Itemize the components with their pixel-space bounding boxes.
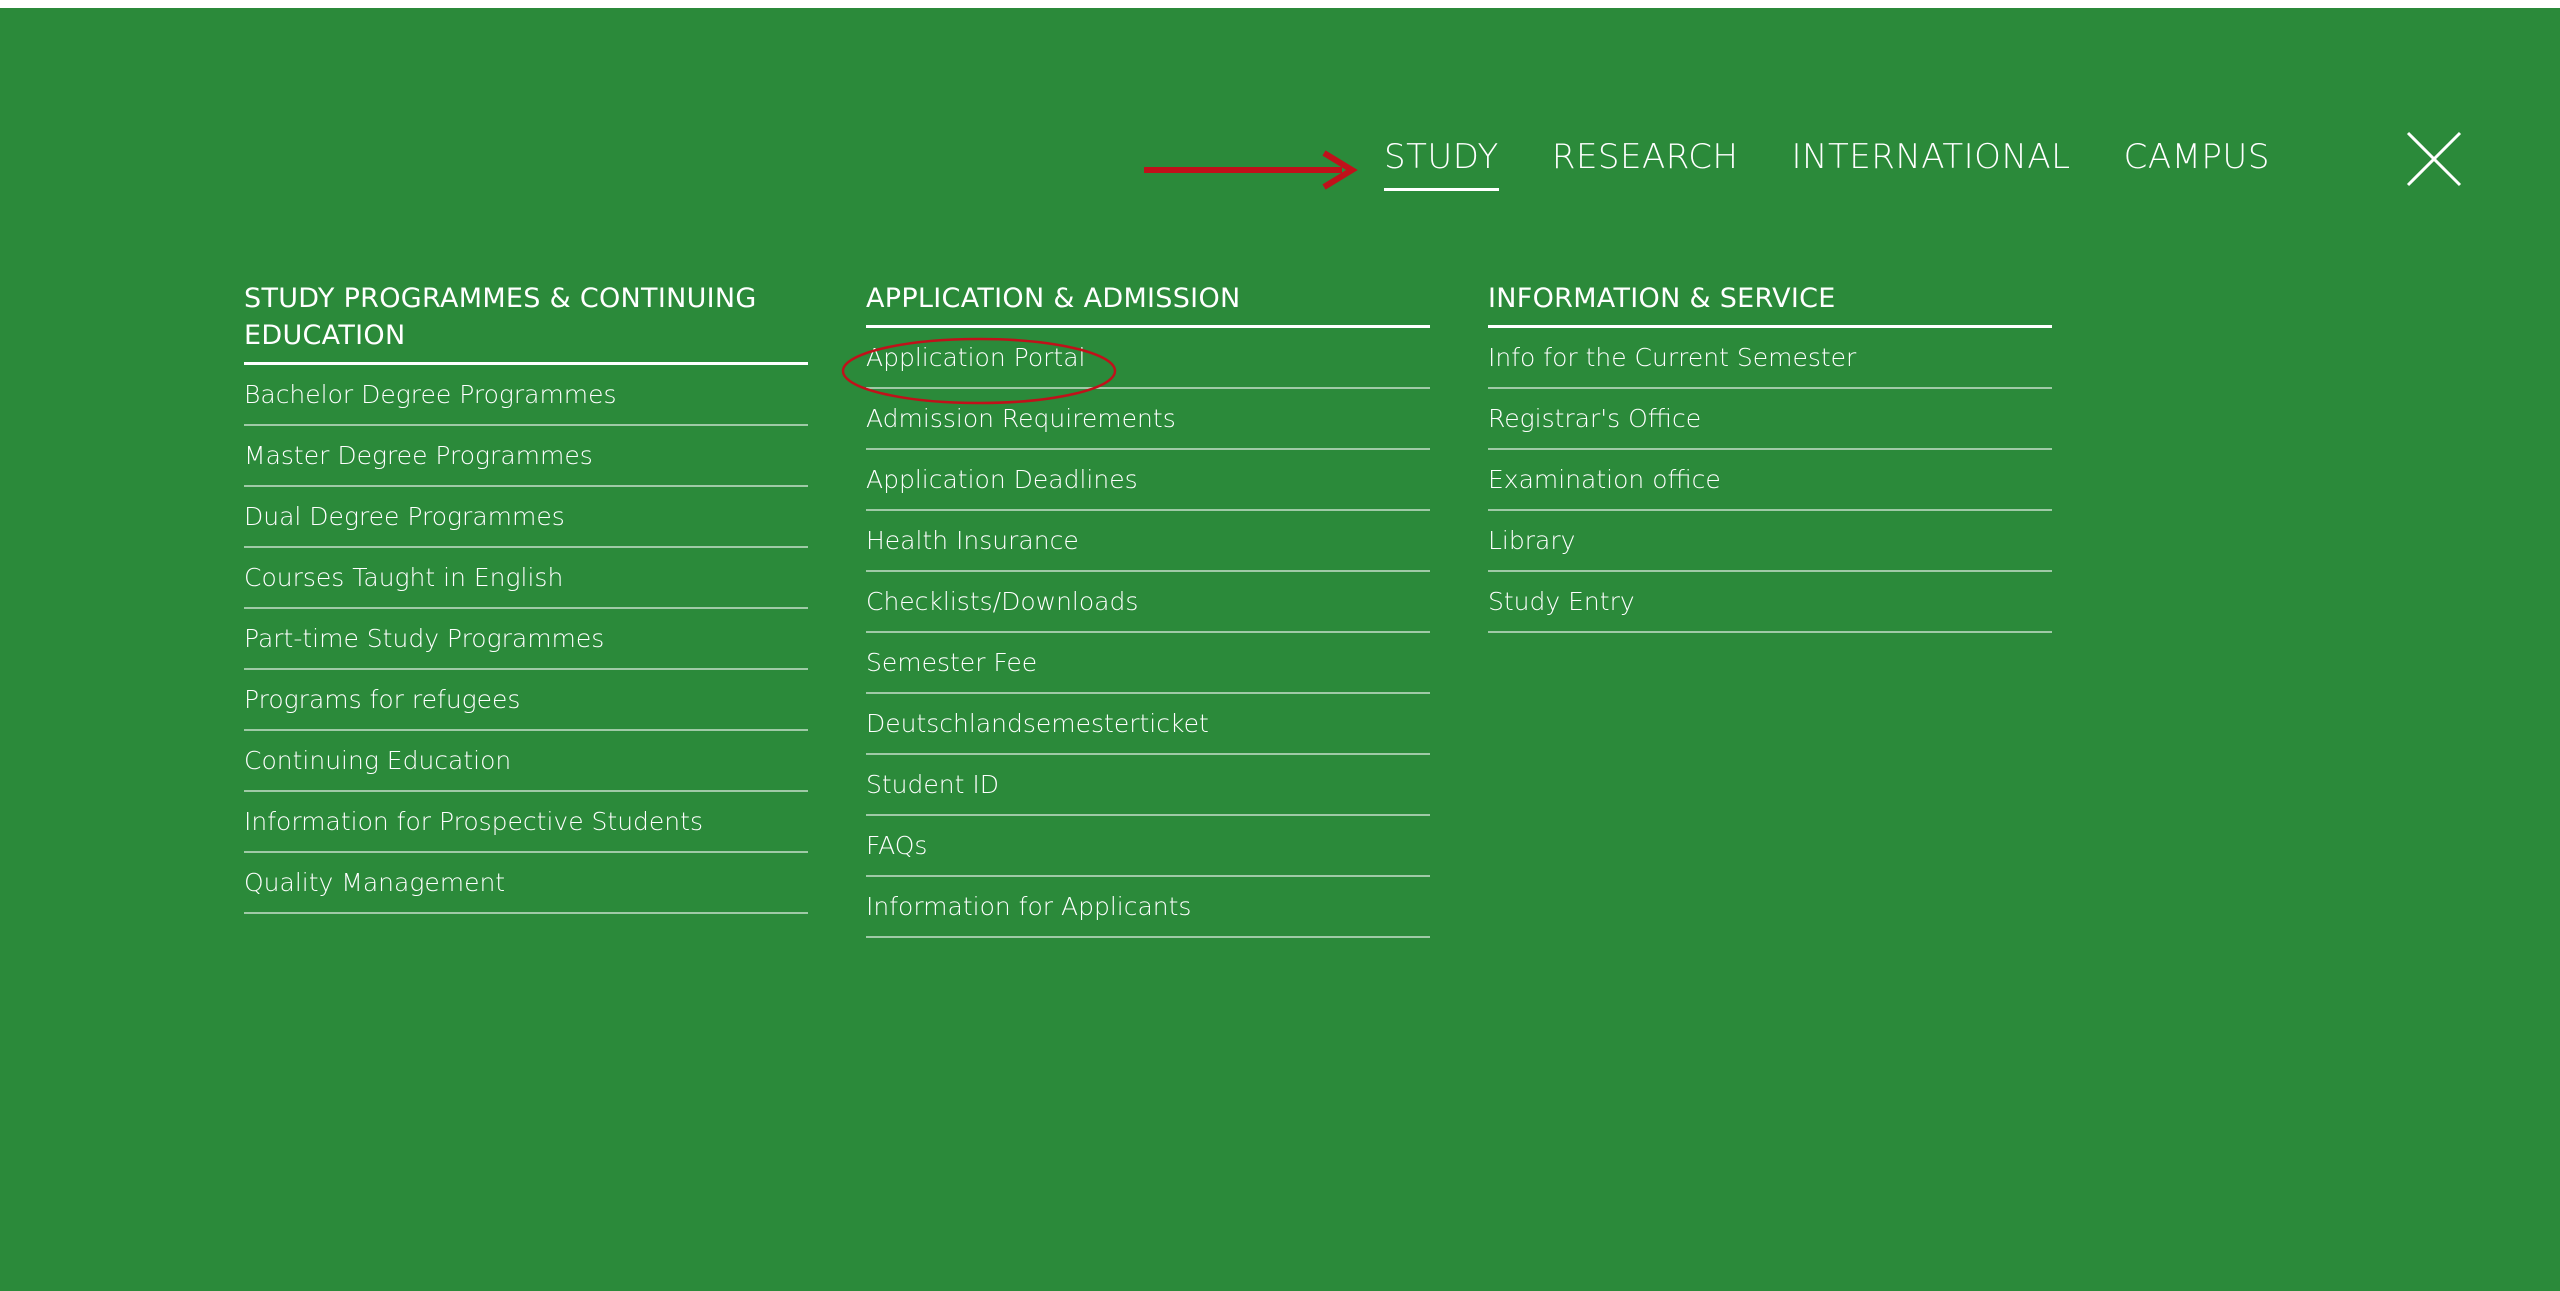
menu-column-information-service: INFORMATION & SERVICE Info for the Curre… (1488, 280, 2052, 633)
menu-list: Info for the Current Semester Registrar'… (1488, 328, 2052, 633)
column-header: APPLICATION & ADMISSION (866, 280, 1430, 328)
menu-item-quality-management[interactable]: Quality Management (244, 853, 808, 914)
menu-item-continuing-education[interactable]: Continuing Education (244, 731, 808, 792)
menu-item-health-insurance[interactable]: Health Insurance (866, 511, 1430, 572)
menu-overlay: STUDY RESEARCH INTERNATIONAL CAMPUS STUD… (0, 8, 2560, 1291)
menu-item-semesterticket[interactable]: Deutschlandsemesterticket (866, 694, 1430, 755)
menu-list: Bachelor Degree Programmes Master Degree… (244, 365, 808, 914)
menu-item-student-id[interactable]: Student ID (866, 755, 1430, 816)
menu-item-master[interactable]: Master Degree Programmes (244, 426, 808, 487)
nav-item-study[interactable]: STUDY (1384, 138, 1499, 192)
column-header: INFORMATION & SERVICE (1488, 280, 2052, 328)
column-header: STUDY PROGRAMMES & CONTINUING EDUCATION (244, 280, 808, 365)
annotation-arrow-icon (1144, 150, 1358, 190)
menu-column-application-admission: APPLICATION & ADMISSION Application Port… (866, 280, 1430, 938)
menu-column-study-programmes: STUDY PROGRAMMES & CONTINUING EDUCATION … (244, 280, 808, 914)
menu-item-prospective-students[interactable]: Information for Prospective Students (244, 792, 808, 853)
menu-item-checklists-downloads[interactable]: Checklists/Downloads (866, 572, 1430, 633)
menu-item-bachelor[interactable]: Bachelor Degree Programmes (244, 365, 808, 426)
close-x-icon (2406, 131, 2462, 187)
menu-item-part-time[interactable]: Part-time Study Programmes (244, 609, 808, 670)
menu-item-current-semester[interactable]: Info for the Current Semester (1488, 328, 2052, 389)
menu-item-examination-office[interactable]: Examination office (1488, 450, 2052, 511)
main-navigation: STUDY RESEARCH INTERNATIONAL CAMPUS (1384, 138, 2323, 199)
menu-item-dual-degree[interactable]: Dual Degree Programmes (244, 487, 808, 548)
menu-item-admission-requirements[interactable]: Admission Requirements (866, 389, 1430, 450)
close-button[interactable] (2404, 129, 2464, 189)
menu-item-info-applicants[interactable]: Information for Applicants (866, 877, 1430, 938)
nav-item-campus[interactable]: CAMPUS (2124, 138, 2270, 188)
menu-item-courses-english[interactable]: Courses Taught in English (244, 548, 808, 609)
menu-item-study-entry[interactable]: Study Entry (1488, 572, 2052, 633)
menu-item-semester-fee[interactable]: Semester Fee (866, 633, 1430, 694)
menu-item-application-deadlines[interactable]: Application Deadlines (866, 450, 1430, 511)
menu-item-faqs[interactable]: FAQs (866, 816, 1430, 877)
menu-item-application-portal[interactable]: Application Portal (866, 328, 1430, 389)
nav-item-research[interactable]: RESEARCH (1552, 138, 1739, 188)
menu-item-registrars-office[interactable]: Registrar's Office (1488, 389, 2052, 450)
nav-item-international[interactable]: INTERNATIONAL (1792, 138, 2071, 188)
menu-item-refugees[interactable]: Programs for refugees (244, 670, 808, 731)
menu-item-library[interactable]: Library (1488, 511, 2052, 572)
menu-list: Application Portal Admission Requirement… (866, 328, 1430, 938)
